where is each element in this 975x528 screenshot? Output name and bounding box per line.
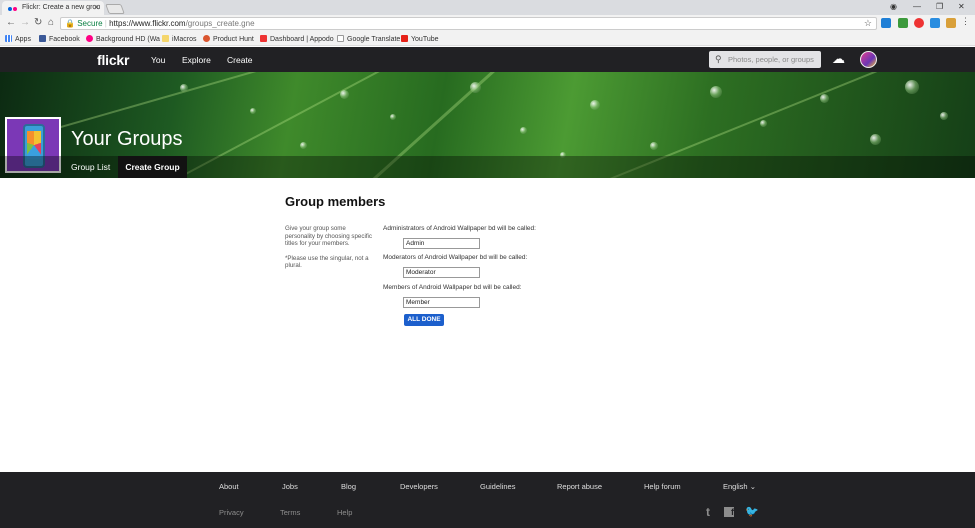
twitter-icon[interactable]: 🐦: [745, 505, 759, 518]
page-icon: [337, 35, 344, 42]
avatar[interactable]: [860, 51, 877, 68]
extension-icon[interactable]: [881, 18, 891, 28]
apps-grid-icon: [5, 35, 12, 42]
browser-tab[interactable]: Flickr: Create a new grou ✕: [2, 1, 104, 15]
flickr-logo[interactable]: flickr: [97, 52, 129, 68]
footer-link-developers[interactable]: Developers: [400, 482, 438, 491]
bookmark-apps[interactable]: Apps: [5, 35, 31, 43]
flickr-navbar: flickr You Explore Create ⚲ Photos, peop…: [0, 47, 975, 72]
extension-icon[interactable]: [898, 18, 908, 28]
help-note: *Please use the singular, not a plural.: [285, 254, 369, 270]
nav-explore[interactable]: Explore: [182, 55, 211, 65]
admin-title-label: Administrators of Android Wallpaper bd w…: [383, 225, 536, 232]
folder-icon: [162, 35, 169, 42]
footer: About Jobs Blog Developers Guidelines Re…: [0, 472, 975, 528]
admin-title-input[interactable]: [403, 238, 480, 249]
lock-icon: 🔒: [65, 19, 75, 28]
url-host: https://www.flickr.com: [109, 19, 186, 28]
browser-tabstrip: Flickr: Create a new grou ✕ ◉ — ❐ ✕: [0, 0, 975, 15]
upload-cloud-icon[interactable]: ☁: [832, 52, 850, 66]
profile-icon[interactable]: ◉: [890, 2, 897, 11]
moderator-title-label: Moderators of Android Wallpaper bd will …: [383, 254, 528, 261]
url-path: /groups_create.gne: [185, 19, 255, 28]
back-icon[interactable]: ←: [6, 17, 16, 28]
bookmark-google-translate[interactable]: Google Translate: [337, 35, 400, 43]
product-hunt-icon: [203, 35, 210, 42]
home-icon[interactable]: ⌂: [48, 17, 54, 28]
browser-toolbar: ← → ↻ ⌂ 🔒 Secure | https://www.flickr.co…: [0, 15, 975, 32]
footer-link-terms[interactable]: Terms: [280, 508, 300, 517]
flickr-favicon-icon: [8, 6, 18, 11]
bookmark-youtube[interactable]: YouTube: [401, 35, 439, 43]
footer-link-guidelines[interactable]: Guidelines: [480, 482, 515, 491]
search-input[interactable]: ⚲ Photos, people, or groups: [709, 51, 821, 68]
appodeal-icon: [260, 35, 267, 42]
bookmark-product-hunt[interactable]: Product Hunt: [203, 35, 254, 43]
facebook-icon: [39, 35, 46, 42]
facebook-icon[interactable]: f: [724, 507, 734, 517]
search-icon: ⚲: [715, 54, 722, 64]
chevron-down-icon: ⌄: [749, 482, 756, 491]
footer-link-help-forum[interactable]: Help forum: [644, 482, 681, 491]
browser-tab-title: Flickr: Create a new grou: [22, 4, 101, 11]
nav-you[interactable]: You: [151, 55, 165, 65]
nav-create[interactable]: Create: [227, 55, 253, 65]
tab-group-list[interactable]: Group List: [71, 156, 111, 178]
reload-icon[interactable]: ↻: [34, 17, 42, 28]
flickr-icon: [86, 35, 93, 42]
help-text-block: Give your group some personality by choo…: [285, 225, 375, 277]
bookmark-star-icon[interactable]: ☆: [864, 18, 872, 29]
footer-link-jobs[interactable]: Jobs: [282, 482, 298, 491]
footer-link-about[interactable]: About: [219, 482, 239, 491]
minimize-button[interactable]: —: [913, 2, 921, 11]
bookmark-appodeal[interactable]: Dashboard | Appodo: [260, 35, 334, 43]
footer-link-report-abuse[interactable]: Report abuse: [557, 482, 602, 491]
bookmarks-bar: Apps Facebook Background HD (Wa iMacros …: [0, 32, 975, 46]
close-tab-icon[interactable]: ✕: [93, 3, 100, 12]
new-tab-button[interactable]: [105, 4, 125, 14]
address-bar[interactable]: 🔒 Secure | https://www.flickr.com/groups…: [60, 17, 877, 30]
language-selector[interactable]: English ⌄: [723, 482, 756, 491]
help-text: Give your group some personality by choo…: [285, 225, 373, 248]
youtube-icon: [401, 35, 408, 42]
extension-icon[interactable]: [946, 18, 956, 28]
extension-icon[interactable]: [914, 18, 924, 28]
menu-dots-icon[interactable]: ⋮: [961, 16, 971, 26]
secure-label: Secure: [77, 19, 103, 28]
search-placeholder: Photos, people, or groups: [728, 55, 814, 64]
bookmark-background-hd[interactable]: Background HD (Wa: [86, 35, 160, 43]
tumblr-icon[interactable]: t: [706, 505, 710, 519]
footer-link-help[interactable]: Help: [337, 508, 352, 517]
member-title-input[interactable]: [403, 297, 480, 308]
all-done-button[interactable]: ALL DONE: [404, 314, 444, 326]
moderator-title-input[interactable]: [403, 267, 480, 278]
close-window-button[interactable]: ✕: [958, 2, 965, 11]
section-heading: Group members: [285, 194, 386, 209]
maximize-button[interactable]: ❐: [936, 2, 943, 11]
bookmark-facebook[interactable]: Facebook: [39, 35, 80, 43]
forward-icon[interactable]: →: [20, 17, 30, 28]
member-title-label: Members of Android Wallpaper bd will be …: [383, 284, 522, 291]
extension-icon[interactable]: [930, 18, 940, 28]
footer-link-blog[interactable]: Blog: [341, 482, 356, 491]
page-title: Your Groups: [71, 128, 183, 150]
bookmark-imacros[interactable]: iMacros: [162, 35, 197, 43]
group-tabs: Group List Create Group: [0, 156, 975, 178]
footer-link-privacy[interactable]: Privacy: [219, 508, 244, 517]
tab-create-group[interactable]: Create Group: [118, 156, 187, 178]
